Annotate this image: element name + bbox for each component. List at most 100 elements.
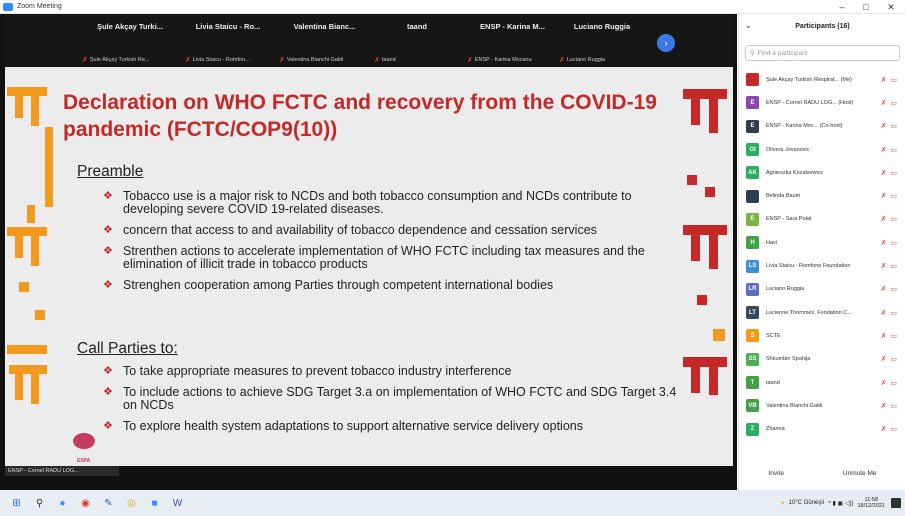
mic-video-muted-icon[interactable]: ✗ ▭ (881, 379, 898, 387)
participant-row[interactable]: AK Agnieszka Kozakiewicz ✗ ▭ (739, 161, 905, 184)
unmute-me-button[interactable]: Unmute Me (835, 467, 885, 480)
tile-name: Luciano Ruggia (573, 22, 631, 31)
avatar: AK (746, 166, 759, 180)
participant-row[interactable]: E ENSP - Cornel RADU LOG... (Host) ✗ ▭ (739, 91, 905, 114)
mic-video-muted-icon[interactable]: ✗ ▭ (881, 76, 898, 84)
espa-logo-text: ESPA (77, 458, 91, 464)
participants-header: ⌄ Participants (16) (739, 14, 905, 38)
clock-date: 18/12/2021 (857, 503, 885, 509)
avatar: E (746, 119, 759, 133)
maximize-button[interactable]: □ (855, 0, 877, 14)
tray-icons[interactable]: ^ ▮ ▣ ◁)) (828, 500, 853, 507)
participant-row[interactable]: Belinda Baum ✗ ▭ (739, 184, 905, 207)
participant-name: ENSP - Karina Moc... (Co-host) (766, 123, 843, 130)
mic-video-muted-icon[interactable]: ✗ ▭ (881, 169, 898, 177)
pen-icon[interactable]: ✎ (102, 497, 115, 510)
avatar: LT (746, 306, 759, 320)
zoom-taskbar-icon[interactable]: ● (56, 497, 69, 510)
tile-label: Valentina Bianchi Galdi (286, 57, 344, 63)
bullet-icon: ❖ (103, 224, 113, 236)
participant-row[interactable]: H Havi ✗ ▭ (739, 231, 905, 254)
participant-row[interactable]: OI Olivera Jovanovic ✗ ▭ (739, 138, 905, 161)
bullet-icon: ❖ (103, 386, 113, 398)
bullet-icon: ❖ (103, 420, 113, 432)
mic-video-muted-icon[interactable]: ✗ ▭ (881, 332, 898, 340)
video-strip: Şule Akçay Turki... ✗ Şule Akçay Turkish … (5, 14, 733, 66)
notification-icon[interactable] (891, 498, 901, 508)
close-button[interactable]: ✕ (880, 0, 902, 14)
section-heading: Preamble (77, 163, 144, 180)
participant-row[interactable]: S SCTE ✗ ▭ (739, 324, 905, 347)
video-icon[interactable]: ■ (148, 497, 161, 510)
participant-name: SCTE (766, 332, 781, 339)
chevron-right-icon[interactable]: › (657, 34, 675, 52)
video-tile[interactable]: Livia Staicu - Ro... ✗ Livia Staicu - Rom… (183, 14, 273, 66)
participant-name: Valentina Bianchi Galdi (766, 402, 823, 409)
search-icon[interactable]: ⚲ (33, 497, 46, 510)
participant-name: taand (766, 379, 780, 386)
tile-label: Livia Staicu - Romfon... (192, 57, 250, 63)
participant-name: Zhanna (766, 426, 785, 433)
minimize-button[interactable]: – (831, 0, 853, 14)
tile-label: ENSP - Karina Mocanu (474, 57, 532, 63)
list-item: ❖ Strenghen cooperation among Parties thr… (103, 278, 554, 292)
participant-row[interactable]: LS Livia Staicu - Romfono Foundation ✗ ▭ (739, 254, 905, 277)
mic-video-muted-icon[interactable]: ✗ ▭ (881, 215, 898, 223)
avatar: VB (746, 399, 759, 413)
list-item: ❖ concern that access to and availability… (103, 223, 597, 237)
search-placeholder: Find a participant (757, 49, 808, 57)
mic-video-muted-icon[interactable]: ✗ ▭ (881, 192, 898, 200)
participants-panel: ⌄ Participants (16) ⚲ Find a participant… (738, 14, 905, 490)
video-tile[interactable]: taand ✗ taand (372, 14, 462, 66)
windows-start-icon[interactable]: ⊞ (10, 497, 23, 510)
section-heading: Call Parties to: (77, 340, 178, 357)
participant-row[interactable]: Z Zhanna ✗ ▭ (739, 417, 905, 440)
tile-name: taand (406, 22, 427, 31)
participant-row[interactable]: Ttaand ✗ ▭ (739, 371, 905, 394)
video-tile[interactable]: ENSP - Karina M... ✗ ENSP - Karina Mocanu (465, 14, 560, 66)
mic-video-muted-icon[interactable]: ✗ ▭ (881, 99, 898, 107)
mic-video-muted-icon[interactable]: ✗ ▭ (881, 309, 898, 317)
participant-row[interactable]: E ENSP - Karina Moc... (Co-host) ✗ ▭ (739, 115, 905, 138)
mic-video-muted-icon[interactable]: ✗ ▭ (881, 146, 898, 154)
participant-row[interactable]: LR Luciano Ruggia ✗ ▭ (739, 278, 905, 301)
participant-name: Lucienne Thommes, Fondation C... (766, 309, 852, 316)
participant-search-input[interactable]: ⚲ Find a participant (745, 45, 900, 61)
chrome-icon[interactable]: ◎ (125, 497, 138, 510)
mic-video-muted-icon[interactable]: ✗ ▭ (881, 285, 898, 293)
participant-row[interactable]: Şule Akçay Turkish Respirat... (Me) ✗ ▭ (739, 68, 905, 91)
mic-muted-icon: ✗ (279, 57, 285, 64)
mic-muted-icon: ✗ (82, 57, 88, 64)
tile-label: taand (381, 57, 396, 63)
mic-video-muted-icon[interactable]: ✗ ▭ (881, 122, 898, 130)
bullet-icon: ❖ (103, 190, 113, 202)
participant-name: Şule Akçay Turkish Respirat... (Me) (766, 76, 852, 83)
participant-list: Şule Akçay Turkish Respirat... (Me) ✗ ▭ E E… (739, 68, 905, 441)
list-item: ❖ Strenthen actions to accelerate impleme… (103, 244, 645, 271)
weather-text: 10°C Güneşli (788, 500, 825, 506)
tile-name: Valentina Bianc... (293, 22, 356, 31)
mic-video-muted-icon[interactable]: ✗ ▭ (881, 262, 898, 270)
right-decoration (677, 67, 733, 466)
active-speaker-label: ENSP - Cornel RADU LOG... (5, 466, 119, 476)
system-tray: ☀ 10°C Güneşli ^ ▮ ▣ ◁)) 11:58 18/12/202… (780, 490, 905, 516)
video-tile[interactable]: Luciano Ruggia ✗ Luciano Ruggia (557, 14, 647, 66)
chevron-down-icon[interactable]: ⌄ (745, 21, 752, 30)
mic-video-muted-icon[interactable]: ✗ ▭ (881, 355, 898, 363)
opera-icon[interactable]: ◉ (79, 497, 92, 510)
video-tile[interactable]: Valentina Bianc... ✗ Valentina Bianchi Ga… (277, 14, 372, 66)
participant-row[interactable]: VB Valentina Bianchi Galdi ✗ ▭ (739, 394, 905, 417)
mic-video-muted-icon[interactable]: ✗ ▭ (881, 425, 898, 433)
espa-logo (73, 433, 95, 449)
participant-row[interactable]: SS Shkumbin Spahija ✗ ▭ (739, 348, 905, 371)
video-tile[interactable]: Şule Akçay Turki... ✗ Şule Akçay Turkish … (80, 14, 180, 66)
list-item: ❖ Tobacco use is a major risk to NCDs and… (103, 189, 632, 216)
participant-name: ENSP - Cornel RADU LOG... (Host) (766, 99, 854, 106)
window-title: Zoom Meeting (17, 3, 62, 10)
mic-video-muted-icon[interactable]: ✗ ▭ (881, 239, 898, 247)
mic-video-muted-icon[interactable]: ✗ ▭ (881, 402, 898, 410)
invite-button[interactable]: Invite (760, 467, 792, 480)
participant-row[interactable]: LT Lucienne Thommes, Fondation C... ✗ ▭ (739, 301, 905, 324)
participant-row[interactable]: E ENSP - Sara Polat ✗ ▭ (739, 208, 905, 231)
word-icon[interactable]: W (171, 497, 184, 510)
